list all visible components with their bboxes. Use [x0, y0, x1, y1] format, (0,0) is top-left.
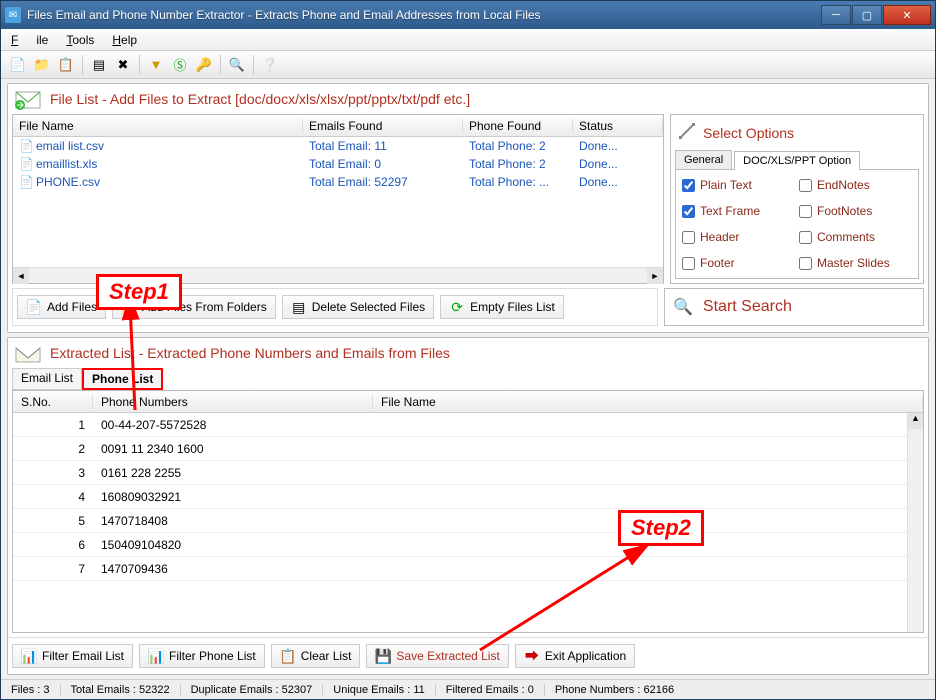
chk-footer[interactable]: Footer: [682, 256, 795, 270]
filter-phone-button[interactable]: 📊Filter Phone List: [139, 644, 265, 668]
col-sno[interactable]: S.No.: [13, 395, 93, 409]
chk-master-slides[interactable]: Master Slides: [799, 256, 912, 270]
file-list-table: File Name Emails Found Phone Found Statu…: [12, 114, 664, 284]
status-uniq: Unique Emails : 11: [323, 684, 436, 696]
chk-comments[interactable]: Comments: [799, 230, 912, 244]
status-filt: Filtered Emails : 0: [436, 684, 545, 696]
tab-doc-option[interactable]: DOC/XLS/PPT Option: [734, 151, 860, 170]
extracted-list-panel: Extracted List - Extracted Phone Numbers…: [7, 337, 929, 675]
save-icon: 💾: [375, 648, 391, 664]
minimize-button[interactable]: ─: [821, 5, 851, 25]
options-icon: [677, 121, 697, 144]
tab-phone-list[interactable]: Phone List: [82, 368, 163, 390]
app-icon: ✉: [5, 7, 21, 23]
delete-files-button[interactable]: ▤Delete Selected Files: [282, 295, 434, 319]
step2-annotation: Step2: [618, 510, 704, 546]
toolbar-key-icon[interactable]: 🔑: [193, 54, 215, 76]
file-row[interactable]: 📄email list.csvTotal Email: 11Total Phon…: [13, 137, 663, 155]
chk-endnotes[interactable]: EndNotes: [799, 178, 912, 192]
statusbar: Files : 3 Total Emails : 52322 Duplicate…: [1, 679, 935, 699]
phone-data-grid: S.No. Phone Numbers File Name 100-44-207…: [12, 390, 924, 633]
status-dup: Duplicate Emails : 52307: [181, 684, 324, 696]
toolbar-copy-icon[interactable]: 📋: [55, 54, 77, 76]
col-phone-numbers[interactable]: Phone Numbers: [93, 395, 373, 409]
chk-footnotes[interactable]: FootNotes: [799, 204, 912, 218]
status-phone: Phone Numbers : 62166: [545, 684, 684, 696]
toolbar-list-icon[interactable]: ▤: [88, 54, 110, 76]
phone-row[interactable]: 6150409104820: [13, 533, 923, 557]
empty-icon: ⟳: [449, 299, 465, 315]
clear-list-button[interactable]: 📋Clear List: [271, 644, 361, 668]
save-extracted-button[interactable]: 💾Save Extracted List: [366, 644, 508, 668]
phone-row[interactable]: 30161 228 2255: [13, 461, 923, 485]
search-icon: 🔍: [673, 297, 693, 317]
menu-file[interactable]: File: [11, 33, 48, 47]
menu-tools[interactable]: Tools: [66, 33, 94, 47]
exit-icon: ⮕: [524, 648, 540, 664]
chk-plain-text[interactable]: Plain Text: [682, 178, 795, 192]
toolbar-search-icon[interactable]: 🔍: [226, 54, 248, 76]
file-list-title: File List - Add Files to Extract [doc/do…: [50, 91, 470, 107]
col-file-name[interactable]: File Name: [373, 395, 923, 409]
extracted-icon: [14, 342, 42, 364]
toolbar-filter-icon[interactable]: ▼: [145, 54, 167, 76]
col-phone[interactable]: Phone Found: [463, 119, 573, 133]
chk-header[interactable]: Header: [682, 230, 795, 244]
col-emails[interactable]: Emails Found: [303, 119, 463, 133]
options-panel: Select Options General DOC/XLS/PPT Optio…: [670, 114, 924, 284]
menubar: File Tools Help: [1, 29, 935, 51]
step1-annotation: Step1: [96, 274, 182, 310]
toolbar-help-icon[interactable]: ❔: [259, 54, 281, 76]
extracted-title: Extracted List - Extracted Phone Numbers…: [50, 345, 450, 361]
phone-row[interactable]: 71470709436: [13, 557, 923, 581]
empty-list-button[interactable]: ⟳Empty Files List: [440, 295, 564, 319]
add-files-button[interactable]: 📄Add Files: [17, 295, 106, 319]
file-row[interactable]: 📄emaillist.xlsTotal Email: 0Total Phone:…: [13, 155, 663, 173]
menu-help[interactable]: Help: [112, 33, 137, 47]
add-file-icon: 📄: [26, 299, 42, 315]
maximize-button[interactable]: ▢: [852, 5, 882, 25]
toolbar-skype-icon[interactable]: Ⓢ: [169, 54, 191, 76]
filter-email-button[interactable]: 📊Filter Email List: [12, 644, 133, 668]
exit-button[interactable]: ⮕Exit Application: [515, 644, 635, 668]
delete-icon: ▤: [291, 299, 307, 315]
phone-row[interactable]: 100-44-207-5572528: [13, 413, 923, 437]
filter-phone-icon: 📊: [148, 648, 164, 664]
toolbar-add-file-icon[interactable]: 📄: [7, 54, 29, 76]
options-heading: Select Options: [703, 125, 794, 141]
phone-row[interactable]: 4160809032921: [13, 485, 923, 509]
chk-text-frame[interactable]: Text Frame: [682, 204, 795, 218]
grid-scrollbar[interactable]: ▲: [907, 413, 923, 632]
phone-row[interactable]: 51470718408: [13, 509, 923, 533]
clear-icon: 📋: [280, 648, 296, 664]
tab-email-list[interactable]: Email List: [12, 368, 82, 390]
file-list-icon: [14, 88, 42, 110]
toolbar: 📄 📁 📋 ▤ ✖ ▼ Ⓢ 🔑 🔍 ❔: [1, 51, 935, 79]
col-status[interactable]: Status: [573, 119, 663, 133]
close-button[interactable]: ✕: [883, 5, 931, 25]
filter-email-icon: 📊: [21, 648, 37, 664]
toolbar-delete-icon[interactable]: ✖: [112, 54, 134, 76]
phone-row[interactable]: 20091 11 2340 1600: [13, 437, 923, 461]
col-filename[interactable]: File Name: [13, 119, 303, 133]
start-search-button[interactable]: 🔍 Start Search: [664, 288, 924, 326]
file-row[interactable]: 📄PHONE.csvTotal Email: 52297Total Phone:…: [13, 173, 663, 191]
status-total: Total Emails : 52322: [61, 684, 181, 696]
titlebar[interactable]: ✉ Files Email and Phone Number Extractor…: [1, 1, 935, 29]
window-title: Files Email and Phone Number Extractor -…: [27, 8, 821, 22]
tab-general[interactable]: General: [675, 150, 732, 169]
status-files: Files : 3: [1, 684, 61, 696]
toolbar-add-folder-icon[interactable]: 📁: [31, 54, 53, 76]
